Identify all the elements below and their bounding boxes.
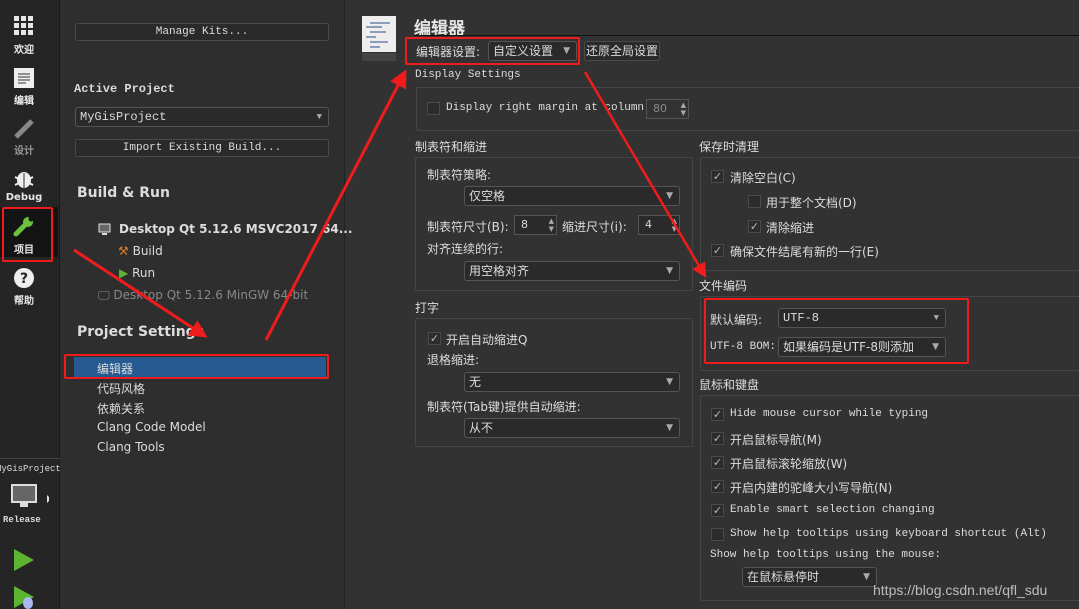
arrow-to-settings — [264, 69, 407, 341]
annotation-arrows — [73, 69, 707, 341]
arrow-to-encoding — [583, 71, 707, 279]
arrow-to-editor-item — [73, 248, 208, 338]
